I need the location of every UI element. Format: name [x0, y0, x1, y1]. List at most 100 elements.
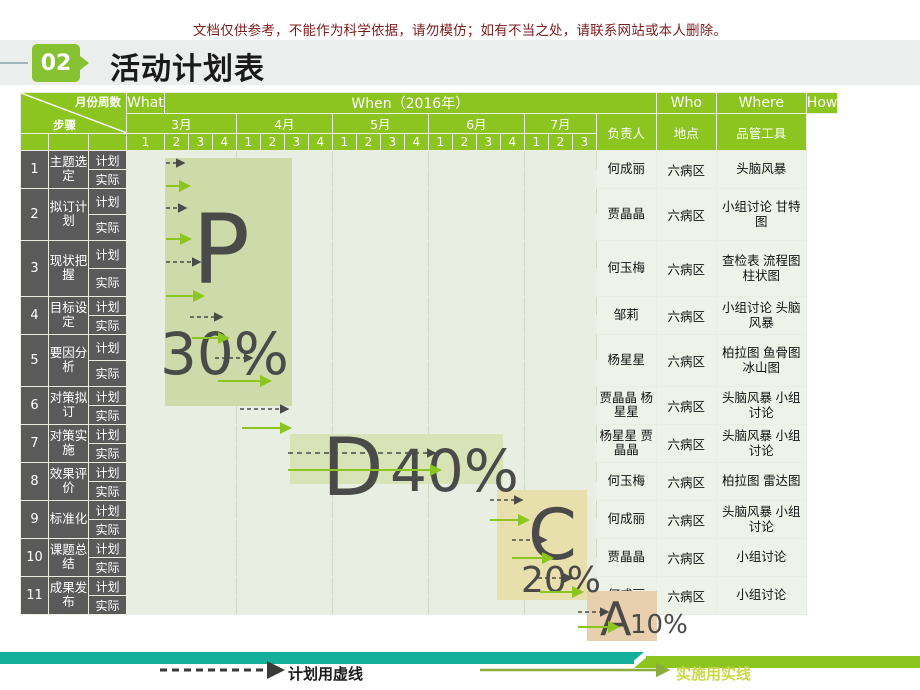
gantt-cell-actual-5-18[interactable]: [571, 405, 597, 425]
gantt-cell-plan-2-7[interactable]: [307, 240, 333, 269]
gantt-cell-actual-1-16[interactable]: [523, 214, 549, 241]
gantt-cell-plan-8-15[interactable]: [499, 500, 525, 520]
gantt-cell-plan-5-11[interactable]: [403, 386, 429, 406]
gantt-cell-actual-0-18[interactable]: [571, 169, 597, 189]
gantt-cell-actual-1-3[interactable]: [211, 214, 237, 241]
gantt-cell-plan-6-8[interactable]: [331, 424, 357, 444]
gantt-cell-plan-4-14[interactable]: [475, 334, 501, 361]
gantt-cell-plan-9-17[interactable]: [547, 538, 573, 558]
gantt-cell-plan-9-6[interactable]: [283, 538, 309, 558]
gantt-cell-plan-5-17[interactable]: [547, 386, 573, 406]
gantt-cell-actual-9-5[interactable]: [259, 557, 285, 577]
gantt-cell-actual-3-4[interactable]: [235, 315, 261, 335]
gantt-cell-actual-9-6[interactable]: [283, 557, 309, 577]
gantt-cell-actual-10-0[interactable]: [126, 595, 165, 615]
gantt-cell-actual-7-12[interactable]: [427, 481, 453, 501]
gantt-cell-actual-3-18[interactable]: [571, 315, 597, 335]
gantt-cell-plan-4-11[interactable]: [403, 334, 429, 361]
gantt-cell-actual-9-14[interactable]: [475, 557, 501, 577]
gantt-cell-actual-7-6[interactable]: [283, 481, 309, 501]
gantt-cell-actual-3-10[interactable]: [379, 315, 405, 335]
gantt-cell-actual-9-3[interactable]: [211, 557, 237, 577]
gantt-cell-actual-7-5[interactable]: [259, 481, 285, 501]
gantt-cell-plan-9-16[interactable]: [523, 538, 549, 558]
gantt-cell-actual-2-8[interactable]: [331, 268, 357, 297]
gantt-cell-plan-8-13[interactable]: [451, 500, 477, 520]
gantt-cell-actual-6-15[interactable]: [499, 443, 525, 463]
gantt-cell-plan-10-8[interactable]: [331, 576, 357, 596]
gantt-cell-actual-0-0[interactable]: [126, 169, 165, 189]
gantt-cell-actual-1-11[interactable]: [403, 214, 429, 241]
gantt-cell-actual-4-0[interactable]: [126, 360, 165, 387]
gantt-cell-actual-3-14[interactable]: [475, 315, 501, 335]
gantt-cell-plan-1-8[interactable]: [331, 188, 357, 215]
gantt-cell-plan-3-9[interactable]: [355, 296, 381, 316]
gantt-cell-plan-0-16[interactable]: [523, 150, 549, 170]
gantt-cell-plan-3-4[interactable]: [235, 296, 261, 316]
gantt-cell-plan-4-5[interactable]: [259, 334, 285, 361]
gantt-cell-plan-2-0[interactable]: [126, 240, 165, 269]
gantt-cell-actual-7-18[interactable]: [571, 481, 597, 501]
gantt-cell-actual-8-10[interactable]: [379, 519, 405, 539]
gantt-cell-actual-4-2[interactable]: [187, 360, 213, 387]
gantt-cell-actual-7-7[interactable]: [307, 481, 333, 501]
gantt-cell-actual-10-14[interactable]: [475, 595, 501, 615]
gantt-cell-actual-8-5[interactable]: [259, 519, 285, 539]
gantt-cell-plan-6-4[interactable]: [235, 424, 261, 444]
gantt-cell-plan-0-3[interactable]: [211, 150, 237, 170]
gantt-cell-plan-1-14[interactable]: [475, 188, 501, 215]
gantt-cell-plan-1-11[interactable]: [403, 188, 429, 215]
gantt-cell-plan-7-3[interactable]: [211, 462, 237, 482]
gantt-cell-actual-5-15[interactable]: [499, 405, 525, 425]
gantt-cell-actual-0-5[interactable]: [259, 169, 285, 189]
gantt-cell-actual-10-15[interactable]: [499, 595, 525, 615]
gantt-cell-actual-4-15[interactable]: [499, 360, 525, 387]
gantt-cell-actual-10-17[interactable]: [547, 595, 573, 615]
gantt-cell-plan-4-3[interactable]: [211, 334, 237, 361]
gantt-cell-actual-7-0[interactable]: [126, 481, 165, 501]
gantt-cell-plan-4-13[interactable]: [451, 334, 477, 361]
gantt-cell-actual-5-6[interactable]: [283, 405, 309, 425]
gantt-cell-plan-1-6[interactable]: [283, 188, 309, 215]
gantt-cell-actual-3-17[interactable]: [547, 315, 573, 335]
gantt-cell-plan-3-1[interactable]: [163, 296, 189, 316]
gantt-cell-plan-6-6[interactable]: [283, 424, 309, 444]
gantt-cell-actual-8-11[interactable]: [403, 519, 429, 539]
gantt-cell-plan-8-0[interactable]: [126, 500, 165, 520]
gantt-cell-actual-5-2[interactable]: [187, 405, 213, 425]
gantt-cell-actual-0-1[interactable]: [163, 169, 189, 189]
gantt-cell-plan-7-18[interactable]: [571, 462, 597, 482]
gantt-cell-plan-10-6[interactable]: [283, 576, 309, 596]
gantt-cell-actual-2-14[interactable]: [475, 268, 501, 297]
gantt-cell-plan-0-14[interactable]: [475, 150, 501, 170]
gantt-cell-actual-9-12[interactable]: [427, 557, 453, 577]
gantt-cell-actual-8-2[interactable]: [187, 519, 213, 539]
gantt-cell-plan-2-1[interactable]: [163, 240, 189, 269]
gantt-cell-plan-10-3[interactable]: [211, 576, 237, 596]
gantt-cell-plan-2-13[interactable]: [451, 240, 477, 269]
gantt-cell-plan-9-7[interactable]: [307, 538, 333, 558]
gantt-cell-actual-8-8[interactable]: [331, 519, 357, 539]
gantt-cell-actual-0-16[interactable]: [523, 169, 549, 189]
gantt-cell-actual-2-5[interactable]: [259, 268, 285, 297]
gantt-cell-plan-7-16[interactable]: [523, 462, 549, 482]
gantt-cell-actual-2-1[interactable]: [163, 268, 189, 297]
gantt-cell-plan-7-11[interactable]: [403, 462, 429, 482]
gantt-cell-actual-4-8[interactable]: [331, 360, 357, 387]
gantt-cell-plan-7-2[interactable]: [187, 462, 213, 482]
gantt-cell-actual-2-10[interactable]: [379, 268, 405, 297]
gantt-cell-actual-10-8[interactable]: [331, 595, 357, 615]
gantt-cell-actual-8-4[interactable]: [235, 519, 261, 539]
gantt-cell-plan-4-18[interactable]: [571, 334, 597, 361]
gantt-cell-actual-1-12[interactable]: [427, 214, 453, 241]
gantt-cell-actual-3-8[interactable]: [331, 315, 357, 335]
gantt-cell-plan-0-6[interactable]: [283, 150, 309, 170]
gantt-cell-actual-4-14[interactable]: [475, 360, 501, 387]
gantt-cell-plan-5-4[interactable]: [235, 386, 261, 406]
gantt-cell-plan-7-13[interactable]: [451, 462, 477, 482]
gantt-cell-actual-0-9[interactable]: [355, 169, 381, 189]
gantt-cell-actual-0-15[interactable]: [499, 169, 525, 189]
gantt-cell-actual-6-2[interactable]: [187, 443, 213, 463]
gantt-cell-actual-0-7[interactable]: [307, 169, 333, 189]
gantt-cell-actual-9-1[interactable]: [163, 557, 189, 577]
